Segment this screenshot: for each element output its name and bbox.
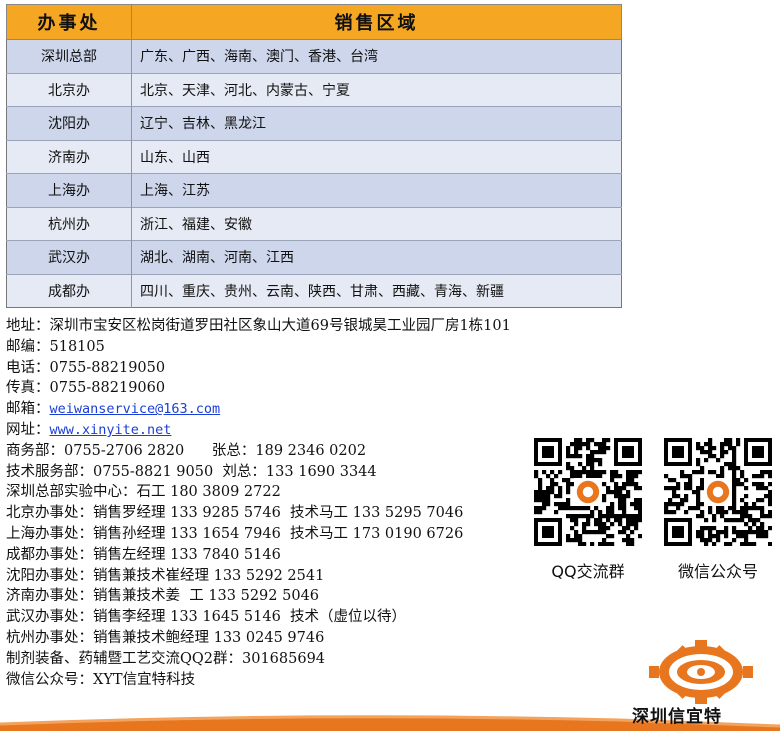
wechat-qr-code	[664, 438, 772, 546]
email-line: 邮箱：weiwanservice@163.com	[6, 399, 536, 420]
qq-group-qr-code	[534, 438, 642, 546]
web-label: 网址：	[6, 421, 50, 438]
postcode-line: 邮编：518105	[6, 337, 536, 358]
contact-line: 成都办事处：销售左经理 133 7840 5146	[6, 546, 281, 563]
office-cell: 北京办	[6, 72, 132, 107]
contact-info: 地址：深圳市宝安区松岗街道罗田社区象山大道69号银城昊工业园厂房1栋101 邮编…	[6, 316, 536, 690]
sales-region-table: 办事处 销售区域 深圳总部 广东、广西、海南、澳门、香港、台湾 北京办 北京、天津、…	[6, 4, 622, 308]
region-column-header: 销售区域	[131, 4, 622, 40]
office-cell: 济南办	[6, 139, 132, 174]
region-cell: 上海、江苏	[131, 173, 622, 207]
contact-line: 济南办事处：销售兼技术姜 工 133 5292 5046	[6, 588, 320, 605]
contact-line: 技术服务部：0755-8821 9050 刘总：133 1690 3344	[6, 463, 377, 480]
contact-line: 杭州办事处：销售兼技术鲍经理 133 0245 9746	[6, 629, 325, 646]
fax-value: 0755-88219060	[49, 380, 166, 397]
phone-line: 电话：0755-88219050	[6, 358, 536, 379]
table-row: 北京办 北京、天津、河北、内蒙古、宁夏	[6, 72, 622, 107]
office-cell: 武汉办	[6, 240, 132, 274]
phone-value: 0755-88219050	[49, 359, 166, 376]
table-row: 沈阳办 辽宁、吉林、黑龙江	[6, 106, 622, 140]
contact-line: 沈阳办事处：销售兼技术崔经理 133 5292 2541	[6, 567, 325, 584]
table-row: 杭州办 浙江、福建、安徽	[6, 206, 622, 241]
office-column-header: 办事处	[6, 4, 132, 40]
email-link[interactable]: weiwanservice@163.com	[50, 401, 221, 417]
phone-label: 电话：	[6, 359, 50, 376]
office-cell: 上海办	[6, 173, 132, 207]
wechat-label: 微信公众号	[677, 562, 758, 581]
contact-line: 北京办事处：销售罗经理 133 9285 5746 技术马工 133 5295 …	[6, 505, 464, 522]
region-cell: 浙江、福建、安徽	[131, 206, 622, 241]
contact-line: 深圳总部实验中心：石工 180 3809 2722	[6, 484, 281, 501]
table-row: 武汉办 湖北、湖南、河南、江西	[6, 240, 622, 274]
contact-line: 商务部：0755-2706 2820 张总：189 2346 0202	[6, 442, 367, 459]
office-cell: 沈阳办	[6, 106, 132, 140]
region-cell: 广东、广西、海南、澳门、香港、台湾	[131, 39, 622, 73]
region-cell: 山东、山西	[131, 139, 622, 174]
region-cell: 四川、重庆、贵州、云南、陕西、甘肃、西藏、青海、新疆	[131, 273, 622, 308]
fax-label: 传真：	[6, 380, 50, 397]
address-line: 地址：深圳市宝安区松岗街道罗田社区象山大道69号银城昊工业园厂房1栋101	[6, 318, 511, 334]
contact-line: 微信公众号：XYT信宜特科技	[6, 671, 196, 688]
region-cell: 辽宁、吉林、黑龙江	[131, 106, 622, 140]
web-line: 网址：www.xinyite.net	[6, 420, 536, 441]
contact-line: 上海办事处：销售孙经理 133 1654 7946 技术马工 173 0190 …	[6, 525, 464, 542]
region-cell: 湖北、湖南、河南、江西	[131, 240, 622, 274]
contact-line: 武汉办事处：销售李经理 133 1645 5146 技术（虚位以待）	[6, 609, 407, 626]
qq-group-label: QQ交流群	[551, 562, 625, 581]
contact-line: 制剂装备、药辅暨工艺交流QQ2群：301685694	[6, 650, 326, 667]
logo-text: 深圳信宜特	[632, 707, 722, 727]
office-cell: 成都办	[6, 273, 132, 308]
office-cell: 杭州办	[6, 206, 132, 241]
postcode-label: 邮编：	[6, 338, 50, 355]
table-row: 成都办 四川、重庆、贵州、云南、陕西、甘肃、西藏、青海、新疆	[6, 273, 622, 308]
table-row: 济南办 山东、山西	[6, 139, 622, 174]
table-row: 深圳总部 广东、广西、海南、澳门、香港、台湾	[6, 39, 622, 73]
postcode-value: 518105	[49, 338, 105, 355]
website-link[interactable]: www.xinyite.net	[50, 422, 172, 438]
fax-line: 传真：0755-88219060	[6, 378, 536, 399]
table-row: 上海办 上海、江苏	[6, 173, 622, 207]
email-label: 邮箱：	[6, 401, 50, 418]
region-cell: 北京、天津、河北、内蒙古、宁夏	[131, 72, 622, 107]
office-cell: 深圳总部	[6, 39, 132, 73]
table-header-row: 办事处 销售区域	[6, 4, 622, 40]
